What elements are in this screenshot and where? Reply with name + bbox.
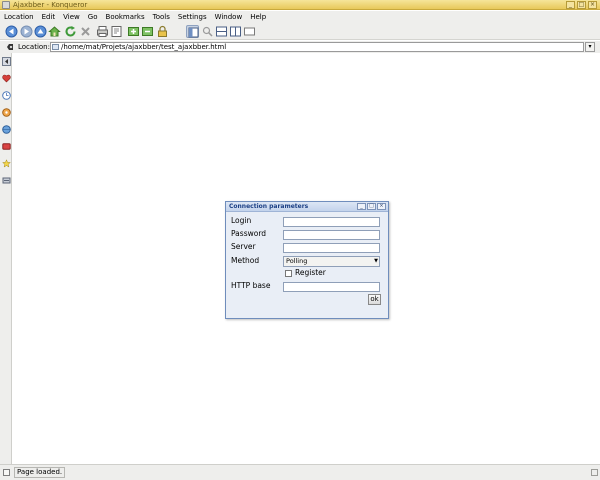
- page-content: Connection parameters _ □ × Login Passwo…: [13, 53, 600, 464]
- split-vertical-icon[interactable]: [229, 25, 242, 38]
- password-field[interactable]: [283, 230, 380, 240]
- location-history-dropdown[interactable]: ▾: [585, 42, 595, 52]
- reload-icon[interactable]: [64, 25, 77, 38]
- menu-bookmarks[interactable]: Bookmarks: [106, 11, 145, 23]
- httpbase-label: HTTP base: [231, 281, 271, 290]
- location-input[interactable]: /home/mat/Projets/ajaxbber/test_ajaxbber…: [50, 42, 584, 52]
- forward-icon[interactable]: [20, 25, 33, 38]
- zoom-in-icon[interactable]: [127, 25, 140, 38]
- login-field[interactable]: [283, 217, 380, 227]
- dialog-title: Connection parameters: [229, 203, 309, 210]
- back-icon[interactable]: [5, 25, 18, 38]
- bookmarks-icon[interactable]: [2, 74, 11, 83]
- maximize-button[interactable]: □: [577, 1, 586, 9]
- status-text: Page loaded.: [14, 467, 66, 478]
- status-bar: Page loaded.: [0, 464, 600, 480]
- favorites-icon[interactable]: [2, 159, 11, 168]
- method-selected-value: Polling: [286, 257, 308, 265]
- split-horizontal-icon[interactable]: [215, 25, 228, 38]
- register-label[interactable]: Register: [295, 268, 326, 278]
- app-icon[interactable]: [2, 1, 10, 9]
- view-tree-icon[interactable]: [186, 25, 199, 38]
- window-titlebar[interactable]: Ajaxbber - Konqueror _ □ ×: [0, 0, 600, 10]
- history-icon[interactable]: [2, 91, 11, 100]
- method-label: Method: [231, 256, 260, 265]
- page-favicon-icon: [52, 44, 59, 50]
- storage-icon[interactable]: [2, 176, 11, 185]
- server-field[interactable]: [283, 243, 380, 253]
- location-label: Location:: [18, 43, 50, 51]
- sidebar-panel: [0, 53, 12, 464]
- menu-tools[interactable]: Tools: [153, 11, 170, 23]
- menu-bar: Location Edit View Go Bookmarks Tools Se…: [0, 11, 600, 23]
- up-icon[interactable]: [34, 25, 47, 38]
- menu-window[interactable]: Window: [215, 11, 243, 23]
- minimize-button[interactable]: _: [566, 1, 575, 9]
- close-button[interactable]: ×: [588, 1, 597, 9]
- main-toolbar: [0, 23, 600, 40]
- location-url[interactable]: /home/mat/Projets/ajaxbber/test_ajaxbber…: [61, 43, 226, 51]
- login-label: Login: [231, 216, 252, 225]
- network-icon[interactable]: [2, 125, 11, 134]
- menu-view[interactable]: View: [63, 11, 80, 23]
- menu-edit[interactable]: Edit: [42, 11, 56, 23]
- media-player-icon[interactable]: [2, 108, 11, 117]
- search-icon[interactable]: [201, 25, 214, 38]
- lock-icon[interactable]: [156, 25, 169, 38]
- method-select[interactable]: Polling ▼: [283, 256, 380, 267]
- print-icon[interactable]: [96, 25, 109, 38]
- menu-settings[interactable]: Settings: [178, 11, 207, 23]
- remove-view-icon[interactable]: [243, 25, 256, 38]
- window-title: Ajaxbber - Konqueror: [13, 1, 88, 9]
- stop-icon[interactable]: [79, 25, 92, 38]
- menu-location[interactable]: Location: [4, 11, 34, 23]
- register-checkbox[interactable]: [285, 270, 292, 277]
- window-controls: _ □ ×: [566, 1, 597, 9]
- dialog-titlebar[interactable]: Connection parameters _ □ ×: [226, 202, 388, 212]
- menu-go[interactable]: Go: [88, 11, 98, 23]
- home-icon[interactable]: [48, 25, 61, 38]
- ok-button[interactable]: ok: [368, 294, 381, 305]
- location-bar: Location: /home/mat/Projets/ajaxbber/tes…: [0, 41, 600, 53]
- dialog-close-button[interactable]: ×: [377, 203, 386, 210]
- dialog-minimize-button[interactable]: _: [357, 203, 366, 210]
- view-link-icon[interactable]: [3, 469, 10, 476]
- password-label: Password: [231, 229, 267, 238]
- httpbase-field[interactable]: [283, 282, 380, 292]
- dialog-maximize-button[interactable]: □: [367, 203, 376, 210]
- resize-grip-icon[interactable]: [591, 469, 598, 476]
- dialog-controls: _ □ ×: [357, 203, 386, 210]
- menu-help[interactable]: Help: [250, 11, 266, 23]
- server-label: Server: [231, 242, 256, 251]
- print-frame-icon[interactable]: [110, 25, 123, 38]
- clear-location-icon[interactable]: [6, 43, 14, 51]
- services-icon[interactable]: [2, 142, 11, 151]
- chevron-down-icon: ▼: [374, 258, 378, 264]
- connection-dialog: Connection parameters _ □ × Login Passwo…: [225, 201, 389, 319]
- sidebar-toggle-icon[interactable]: [2, 57, 11, 66]
- zoom-out-icon[interactable]: [141, 25, 154, 38]
